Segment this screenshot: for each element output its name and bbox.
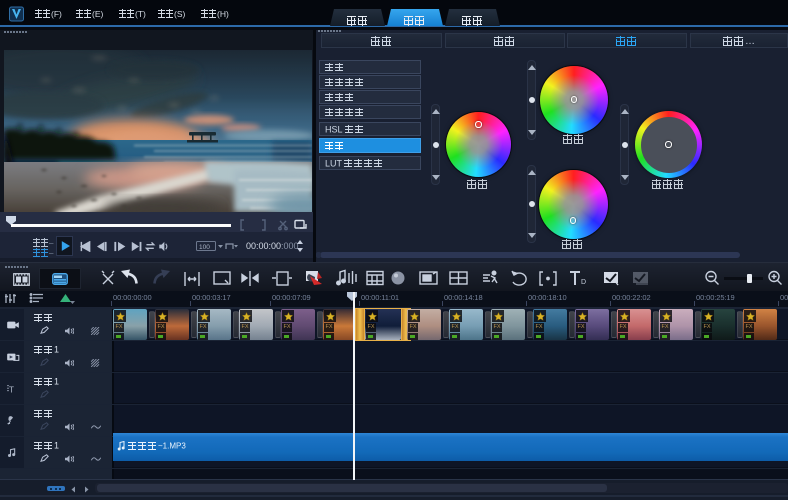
svg-text:100: 100 [199, 244, 210, 251]
svg-text:T: T [9, 384, 14, 394]
svg-text:D: D [581, 279, 586, 286]
